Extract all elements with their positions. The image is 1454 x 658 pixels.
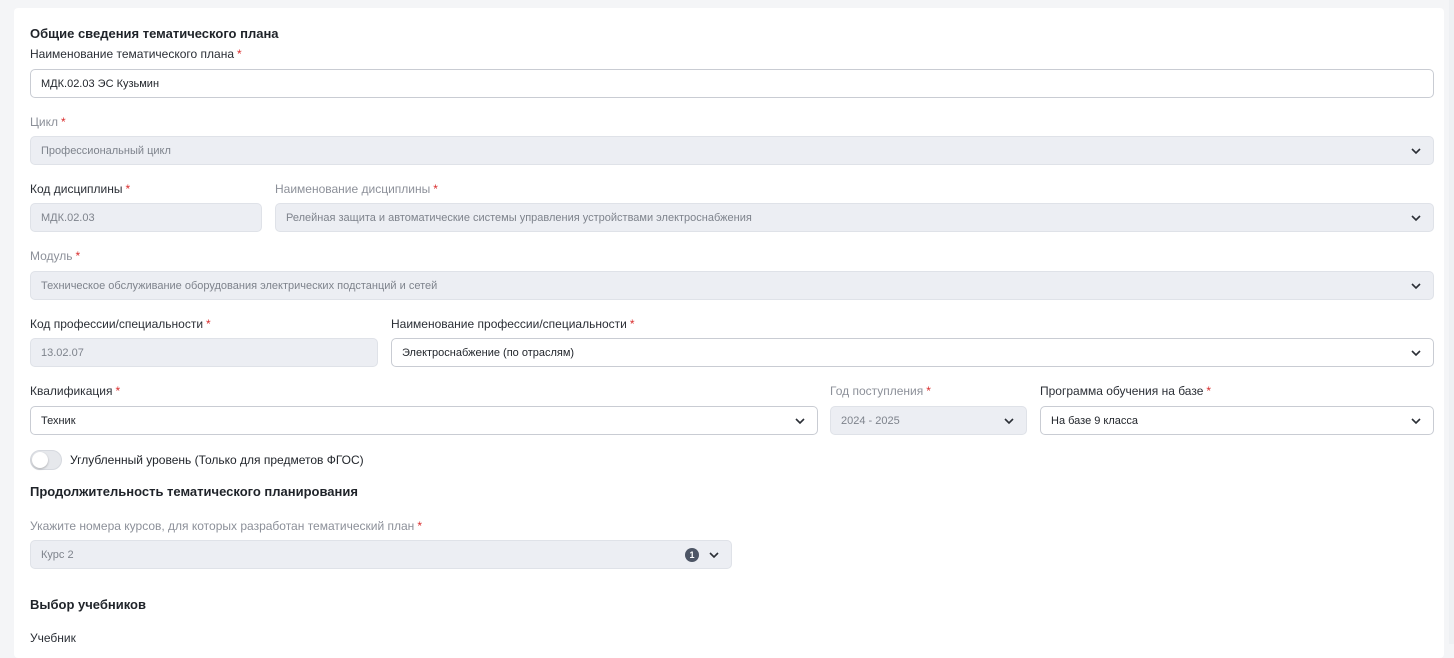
- qualification-value: Техник: [41, 414, 76, 427]
- cycle-label: Цикл *: [30, 115, 66, 129]
- chevron-down-icon: [1002, 414, 1016, 428]
- module-label: Модуль *: [30, 249, 81, 263]
- selected-count-badge: 1: [685, 547, 699, 562]
- admission-year-value: 2024 - 2025: [841, 414, 900, 427]
- module-select[interactable]: Техническое обслуживание оборудования эл…: [30, 271, 1434, 300]
- discipline-code-value: МДК.02.03: [41, 211, 95, 224]
- plan-name-label: Наименование тематического плана *: [30, 47, 242, 61]
- discipline-name-label: Наименование дисциплины *: [275, 182, 438, 196]
- program-base-value: На базе 9 класса: [1051, 414, 1139, 427]
- plan-name-input[interactable]: МДК.02.03 ЭС Кузьмин: [30, 69, 1434, 98]
- discipline-code-input[interactable]: МДК.02.03: [30, 203, 262, 232]
- chevron-down-icon: [1409, 144, 1423, 158]
- toggle-knob: [32, 452, 48, 468]
- section-title-textbooks: Выбор учебников: [30, 597, 146, 612]
- courses-multiselect[interactable]: Курс 2 1: [30, 540, 732, 569]
- chevron-down-icon: [793, 414, 807, 428]
- qualification-select[interactable]: Техник: [30, 406, 818, 435]
- cycle-value: Профессиональный цикл: [41, 144, 171, 157]
- discipline-name-value: Релейная защита и автоматические системы…: [286, 211, 752, 224]
- discipline-name-select[interactable]: Релейная защита и автоматические системы…: [275, 203, 1434, 232]
- profession-code-value: 13.02.07: [41, 346, 84, 359]
- scrollbar[interactable]: [1449, 0, 1454, 644]
- admission-year-select[interactable]: 2024 - 2025: [830, 406, 1027, 435]
- qualification-label: Квалификация *: [30, 384, 121, 398]
- textbook-label: Учебник: [30, 631, 76, 645]
- advanced-level-label: Углубленный уровень (Только для предмето…: [70, 453, 364, 467]
- chevron-down-icon: [1409, 346, 1423, 360]
- program-base-label: Программа обучения на базе *: [1040, 384, 1212, 398]
- courses-label: Укажите номера курсов, для которых разра…: [30, 519, 422, 533]
- section-title-duration: Продолжительность тематического планиров…: [30, 484, 358, 499]
- chevron-down-icon: [707, 548, 721, 562]
- profession-name-select[interactable]: Электроснабжение (по отраслям): [391, 338, 1434, 367]
- chevron-down-icon: [1409, 211, 1423, 225]
- chevron-down-icon: [1409, 414, 1423, 428]
- section-title-general: Общие сведения тематического плана: [30, 26, 279, 41]
- courses-value: Курс 2: [41, 548, 74, 561]
- discipline-code-label: Код дисциплины *: [30, 182, 131, 196]
- plan-name-value: МДК.02.03 ЭС Кузьмин: [41, 77, 160, 90]
- cycle-select[interactable]: Профессиональный цикл: [30, 136, 1434, 165]
- profession-code-label: Код профессии/специальности *: [30, 317, 211, 331]
- admission-year-label: Год поступления *: [830, 384, 931, 398]
- advanced-level-toggle[interactable]: [30, 450, 62, 470]
- chevron-down-icon: [1409, 279, 1423, 293]
- module-value: Техническое обслуживание оборудования эл…: [41, 279, 438, 292]
- profession-code-input[interactable]: 13.02.07: [30, 338, 378, 367]
- profession-name-value: Электроснабжение (по отраслям): [402, 346, 575, 359]
- profession-name-label: Наименование профессии/специальности *: [391, 317, 635, 331]
- program-base-select[interactable]: На базе 9 класса: [1040, 406, 1434, 435]
